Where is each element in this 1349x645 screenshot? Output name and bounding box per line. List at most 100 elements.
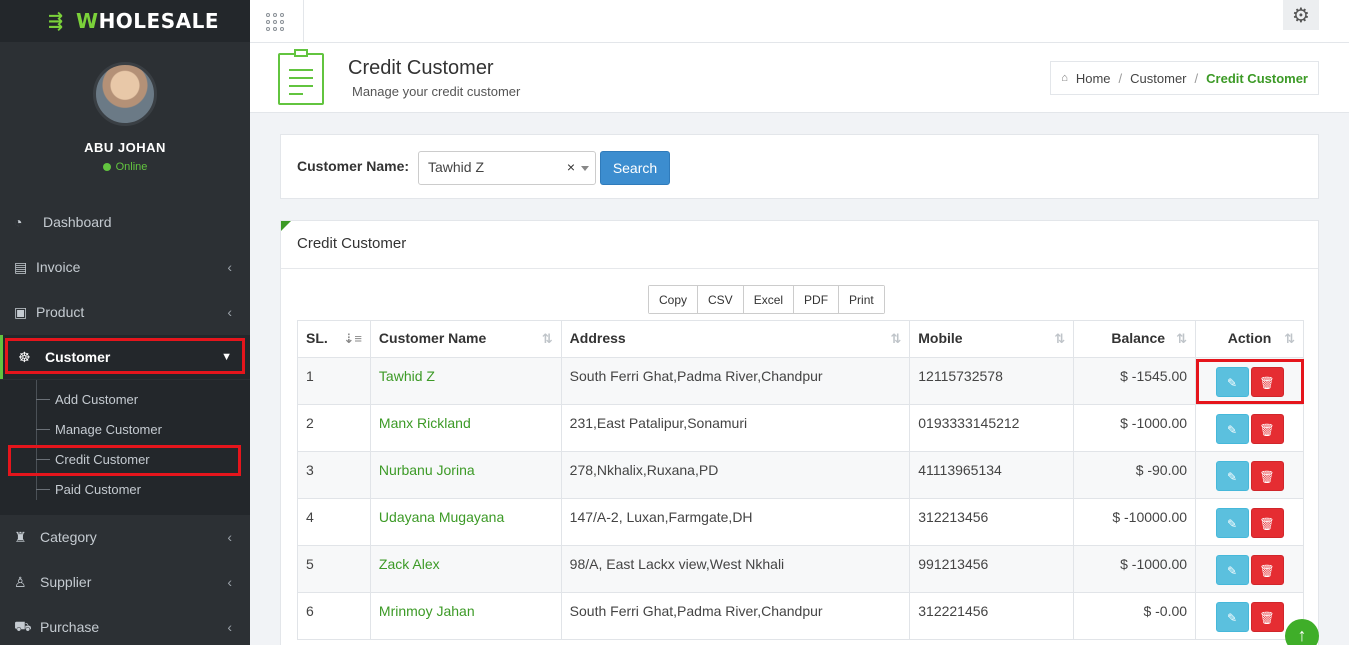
cell-mobile: 312221456 [909, 592, 1075, 640]
briefcase-icon: ▣ [14, 303, 28, 320]
column-header-mobile[interactable]: Mobile ⇅ [909, 320, 1075, 358]
cell-action: ✎ 🗑 [1195, 404, 1304, 452]
column-header-sl[interactable]: SL. ⇣≡ [297, 320, 371, 358]
cell-customer-name[interactable]: Nurbanu Jorina [369, 451, 562, 499]
chevron-left-icon: ‹ [227, 619, 232, 635]
edit-button[interactable]: ✎ [1215, 367, 1249, 397]
breadcrumb-customer[interactable]: Customer [1130, 71, 1186, 86]
print-button[interactable]: Print [839, 286, 884, 313]
table-row: 3 Nurbanu Jorina 278,Nkhalix,Ruxana,PD 4… [297, 451, 1304, 499]
sidebar: ⇶ WHOLESALE ABU JOHAN Online ◔ Dashboard… [0, 0, 250, 645]
user-name: ABU JOHAN [84, 140, 166, 155]
edit-button[interactable]: ✎ [1215, 461, 1249, 491]
sidebar-item-invoice[interactable]: ▤ Invoice ‹ [0, 245, 250, 289]
brand-logo[interactable]: ⇶ WHOLESALE [0, 0, 250, 42]
page-title: Credit Customer [348, 57, 494, 79]
sidebar-item-product[interactable]: ▣ Product ‹ [0, 290, 250, 334]
edit-button[interactable]: ✎ [1215, 555, 1249, 585]
delete-button[interactable]: 🗑 [1250, 602, 1284, 632]
submenu-paid-customer[interactable]: Paid Customer [36, 474, 141, 504]
cell-customer-name[interactable]: Tawhid Z [369, 357, 562, 405]
edit-button[interactable]: ✎ [1215, 602, 1249, 632]
pdf-button[interactable]: PDF [794, 286, 840, 313]
cell-address: 231,East Patalipur,Sonamuri [560, 404, 911, 452]
chevron-left-icon: ‹ [227, 304, 232, 320]
cell-customer-name[interactable]: Manx Rickland [369, 404, 562, 452]
cell-customer-name[interactable]: Zack Alex [369, 545, 562, 593]
sidebar-item-label: Supplier [40, 574, 92, 590]
delete-button[interactable]: 🗑 [1250, 555, 1284, 585]
submenu-add-customer[interactable]: Add Customer [36, 384, 138, 414]
clear-selection-icon[interactable]: × [567, 159, 575, 175]
sidebar-item-label: Purchase [40, 619, 100, 635]
gear-icon[interactable]: ⚙ [1283, 0, 1319, 30]
cell-sl: 1 [297, 357, 371, 405]
cell-mobile: 41113965134 [909, 451, 1075, 499]
cell-customer-name[interactable]: Udayana Mugayana [369, 498, 562, 546]
cell-action: ✎ 🗑 [1195, 357, 1304, 405]
handshake-icon: ☸ [18, 348, 31, 365]
sidebar-item-category[interactable]: ♜ Category ‹ [0, 515, 250, 559]
cart-icon: ⛟ [14, 617, 32, 634]
credit-customer-panel: Credit Customer Copy CSV Excel PDF Print… [280, 220, 1319, 645]
tree-dash [36, 428, 50, 430]
excel-button[interactable]: Excel [743, 286, 795, 313]
pencil-icon: ✎ [1227, 611, 1238, 625]
delete-button[interactable]: 🗑 [1250, 367, 1284, 397]
gauge-icon: ◔ [14, 214, 23, 230]
invoice-icon: ▤ [14, 258, 28, 275]
sidebar-item-dashboard[interactable]: ◔ Dashboard [0, 200, 250, 244]
cell-mobile: 991213456 [909, 545, 1075, 593]
edit-button[interactable]: ✎ [1215, 508, 1249, 538]
edit-button[interactable]: ✎ [1215, 414, 1249, 444]
submenu-manage-customer[interactable]: Manage Customer [36, 414, 162, 444]
sidebar-item-label: Invoice [36, 259, 81, 275]
breadcrumb-home[interactable]: Home [1076, 71, 1111, 86]
delete-button[interactable]: 🗑 [1250, 461, 1284, 491]
copy-button[interactable]: Copy [649, 286, 699, 313]
page-header: Credit Customer Manage your credit custo… [250, 43, 1349, 113]
customer-name-select[interactable]: Tawhid Z × [418, 151, 596, 185]
csv-button[interactable]: CSV [698, 286, 744, 313]
sidebar-item-customer[interactable]: ☸ Customer ▼ [0, 335, 250, 379]
avatar[interactable] [93, 62, 157, 126]
column-header-balance[interactable]: Balance ⇅ [1073, 320, 1197, 358]
cell-address: 278,Nkhalix,Ruxana,PD [560, 451, 911, 499]
cell-balance: $ -1000.00 [1073, 545, 1197, 593]
sidebar-item-purchase[interactable]: ⛟ Purchase ‹ [0, 605, 250, 645]
sidebar-item-label: Customer [45, 349, 111, 365]
customer-name-label: Customer Name: [297, 158, 410, 174]
sort-asc-icon: ⇣≡ [343, 331, 362, 346]
selected-customer: Tawhid Z [428, 159, 485, 175]
tree-dash [36, 488, 50, 490]
cart-logo-icon: ⇶ [48, 11, 64, 31]
sidebar-item-label: Dashboard [43, 214, 112, 230]
column-header-address[interactable]: Address ⇅ [560, 320, 911, 358]
trash-icon: 🗑 [1259, 376, 1275, 390]
pencil-icon: ✎ [1227, 423, 1238, 437]
chevron-left-icon: ‹ [227, 529, 232, 545]
user-icon: ♙ [14, 573, 27, 590]
cell-balance: $ -1545.00 [1073, 357, 1197, 405]
submenu-credit-customer[interactable]: Credit Customer [36, 444, 150, 474]
clipboard-icon [278, 49, 324, 105]
tree-dash [36, 398, 50, 400]
column-header-action[interactable]: Action ⇅ [1195, 320, 1304, 358]
breadcrumb: ⌂ Home / Customer / Credit Customer [1050, 61, 1319, 95]
cell-balance: $ -0.00 [1073, 592, 1197, 640]
cell-customer-name[interactable]: Mrinmoy Jahan [369, 592, 562, 640]
sidebar-item-label: Product [36, 304, 85, 320]
customer-submenu: Add Customer Manage Customer Credit Cust… [0, 380, 250, 515]
arrow-up-icon[interactable]: ↑ [1285, 619, 1319, 645]
cell-sl: 4 [297, 498, 371, 546]
grid-icon[interactable] [266, 0, 304, 43]
search-button[interactable]: Search [600, 151, 670, 185]
chevron-down-icon: ▼ [221, 351, 232, 363]
pencil-icon: ✎ [1227, 564, 1238, 578]
column-header-name[interactable]: Customer Name ⇅ [369, 320, 562, 358]
cell-mobile: 0193333145212 [909, 404, 1075, 452]
submenu-label: Paid Customer [55, 481, 141, 497]
delete-button[interactable]: 🗑 [1250, 508, 1284, 538]
delete-button[interactable]: 🗑 [1250, 414, 1284, 444]
sidebar-item-supplier[interactable]: ♙ Supplier ‹ [0, 560, 250, 604]
